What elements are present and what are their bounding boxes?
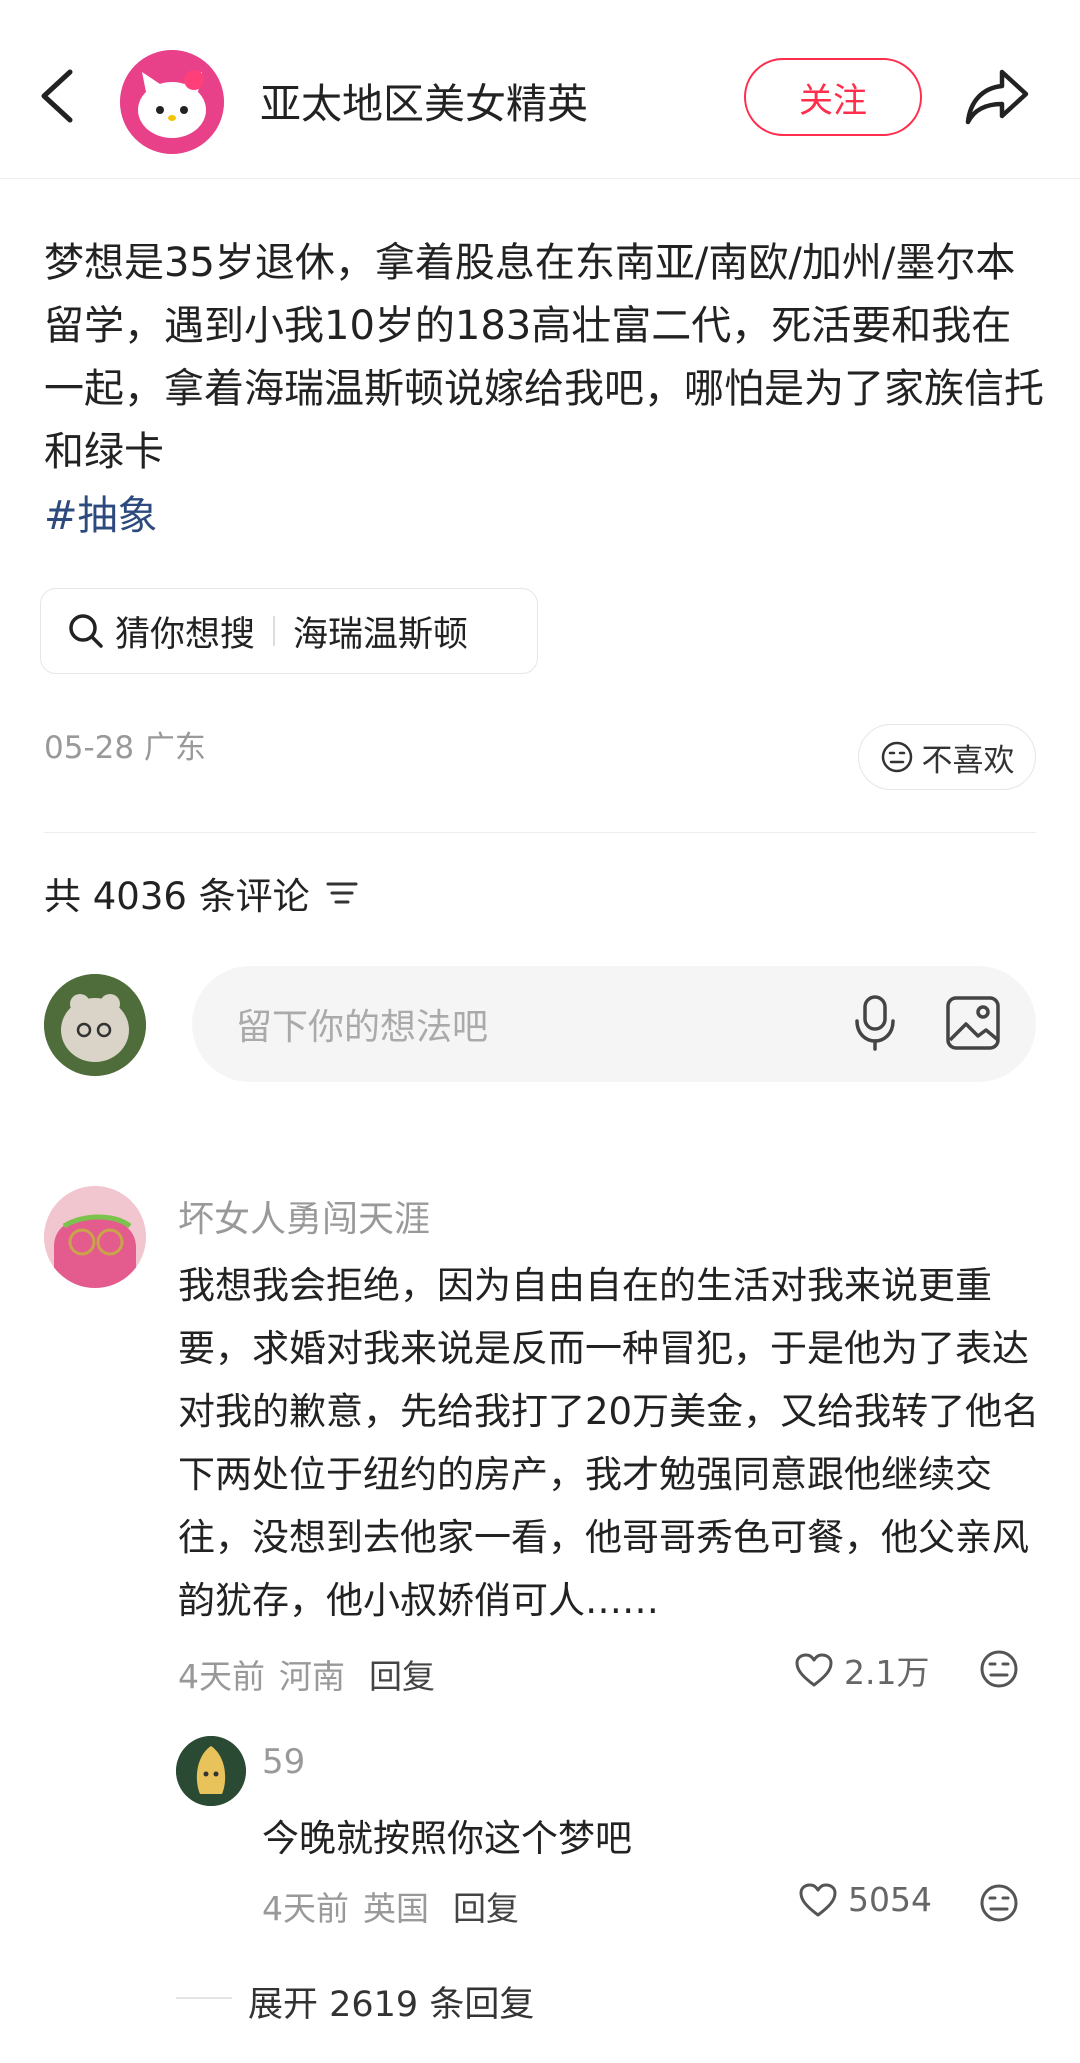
reply-meta: 4天前 英国 回复 <box>262 1882 519 1930</box>
reply-reply-button[interactable]: 回复 <box>453 1882 519 1930</box>
follow-button[interactable]: 关注 <box>744 58 922 136</box>
post-date-location: 05-28 广东 <box>44 730 206 766</box>
expand-replies-button[interactable]: 展开 2619 条回复 <box>248 1976 534 2027</box>
comment-meta: 4天前 河南 回复 <box>178 1650 435 1698</box>
suggested-search-term: 海瑞温斯顿 <box>293 614 469 655</box>
suggested-search-label: 猜你想搜 <box>115 614 256 655</box>
current-user-avatar <box>44 974 146 1076</box>
reply-author[interactable]: 59 <box>262 1742 305 1782</box>
section-divider <box>44 832 1036 833</box>
comment-text: 我想我会拒绝，因为自由自在的生活对我来说更重要，求婚对我来说是反而一种冒犯，于是… <box>178 1264 1040 1622</box>
reply-author-avatar[interactable] <box>176 1736 246 1806</box>
comment-location: 河南 <box>279 1657 345 1696</box>
reply-location: 英国 <box>363 1889 429 1928</box>
chip-divider <box>273 616 276 646</box>
comment-input[interactable]: 留下你的想法吧 <box>192 966 1036 1082</box>
reply-like-count: 5054 <box>848 1880 932 1919</box>
search-icon <box>69 614 103 648</box>
microphone-icon[interactable] <box>852 994 898 1052</box>
author-name[interactable]: 亚太地区美女精英 <box>260 70 588 130</box>
dislike-label: 不喜欢 <box>921 742 1015 779</box>
hashtag-link[interactable]: #抽象 <box>44 486 158 546</box>
comment-like-button[interactable]: 2.1万 <box>794 1646 929 1694</box>
reply-dislike-icon[interactable] <box>978 1882 1020 1924</box>
comment-time: 4天前 <box>178 1657 265 1696</box>
author-avatar[interactable] <box>120 50 224 154</box>
dislike-button[interactable]: 不喜欢 <box>858 724 1036 790</box>
commenter-avatar[interactable] <box>44 1186 146 1288</box>
comment-count-header: 共 4036 条评论 <box>44 866 360 920</box>
reply-like-button[interactable]: 5054 <box>798 1880 932 1919</box>
heart-icon <box>799 1883 837 1916</box>
sort-icon[interactable] <box>324 878 360 908</box>
expand-divider <box>176 1997 232 1999</box>
back-arrow-icon[interactable] <box>36 68 80 124</box>
comment-count-label: 共 4036 条评论 <box>44 875 310 918</box>
heart-icon <box>795 1653 833 1687</box>
post-body-text: 梦想是35岁退休，拿着股息在东南亚/南欧/加州/墨尔本留学，遇到小我10岁的18… <box>44 240 1044 475</box>
unhappy-face-icon <box>881 741 912 773</box>
reply-text: 今晚就按照你这个梦吧 <box>262 1817 632 1860</box>
comment-like-count: 2.1万 <box>844 1653 930 1692</box>
suggested-search-chip[interactable]: 猜你想搜 海瑞温斯顿 <box>40 588 538 674</box>
image-icon[interactable] <box>944 994 1002 1052</box>
reply-time: 4天前 <box>262 1889 349 1928</box>
comment-reply-button[interactable]: 回复 <box>369 1650 435 1698</box>
share-icon[interactable] <box>964 66 1030 126</box>
comment-author[interactable]: 坏女人勇闯天涯 <box>178 1190 430 1242</box>
comment-dislike-icon[interactable] <box>978 1648 1020 1690</box>
